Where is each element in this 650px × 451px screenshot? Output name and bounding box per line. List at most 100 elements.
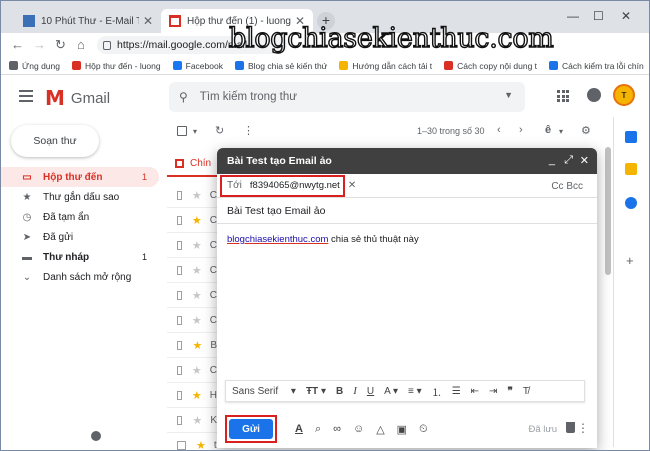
table-row[interactable]: ★ t [167,433,217,451]
maximize-button[interactable]: ☐ [593,9,604,23]
bookmark-item[interactable]: Hộp thư đến - luong [71,61,161,71]
remove-formatting-icon[interactable]: T̸ [523,386,529,397]
table-row[interactable]: ★ C [167,233,217,258]
emoji-icon[interactable]: ☺ [353,423,364,435]
bulleted-list-icon[interactable]: ☰ [452,386,461,397]
font-select[interactable]: Sans Serif ▾ [232,386,296,397]
row-checkbox[interactable] [177,215,182,225]
star-icon[interactable]: ★ [192,264,202,277]
minimize-compose-icon[interactable]: _ [549,154,555,166]
table-row[interactable]: ★ K [167,408,217,433]
close-window-button[interactable]: ✕ [621,9,631,23]
star-icon[interactable]: ★ [192,214,202,227]
confidential-mode-icon[interactable]: ⏲ [419,423,428,436]
forward-icon[interactable]: → [33,37,46,52]
bookmark-item[interactable]: Hướng dẫn cách tải t [339,61,432,71]
row-checkbox[interactable] [177,240,182,250]
more-options-icon[interactable]: ⋮ [577,421,589,435]
message-body[interactable]: blogchiasekienthuc.com chia sẻ thủ thuật… [227,234,419,245]
tasks-icon[interactable] [625,197,637,209]
table-row[interactable]: ★ B [167,333,217,358]
bookmark-item[interactable]: Facebook [172,61,223,71]
sidebar-item[interactable]: ▭ Hộp thư đến 1 [1,167,159,187]
underline-icon[interactable]: U [367,386,374,397]
row-checkbox[interactable] [177,190,182,200]
row-checkbox[interactable] [177,340,183,350]
row-checkbox[interactable] [177,415,183,425]
star-icon[interactable]: ★ [192,314,202,327]
input-tools-button[interactable]: ê [545,124,551,136]
star-icon[interactable]: ★ [192,389,202,402]
sidebar-item[interactable]: ▬ Thư nháp 1 [1,247,159,267]
table-row[interactable]: ★ C [167,358,217,383]
avatar[interactable]: T [613,84,635,106]
back-icon[interactable]: ← [11,37,24,52]
star-icon[interactable]: ★ [192,339,202,352]
apps-grid-icon[interactable] [557,90,569,102]
subject-field[interactable]: Bài Test tạo Email ảo [217,198,597,224]
row-checkbox[interactable] [177,290,182,300]
formatting-options-icon[interactable]: A [295,423,303,435]
prev-page-icon[interactable]: ‹ [497,124,501,136]
quote-icon[interactable]: ❞ [507,386,512,397]
fullscreen-compose-icon[interactable]: ⤢ [564,154,573,167]
sidebar-item[interactable]: ◷ Đã tạm ẩn [1,207,159,227]
row-checkbox[interactable] [177,315,182,325]
tab-10-minute-mail[interactable]: 10 Phút Thư - E-Mail Tạm Thời ✕ [15,9,161,33]
search-icon[interactable]: ⚲ [179,90,188,104]
keep-icon[interactable] [625,163,637,175]
next-page-icon[interactable]: › [519,124,523,136]
close-compose-icon[interactable]: ✕ [580,154,589,167]
table-row[interactable]: ★ C [167,308,217,333]
text-color-icon[interactable]: A ▾ [384,386,398,397]
numbered-list-icon[interactable]: ⒈ [432,384,442,399]
table-row[interactable]: ★ C [167,258,217,283]
mail-list-scrollbar[interactable] [605,147,611,275]
star-icon[interactable]: ★ [196,439,206,451]
search-options-icon[interactable]: ▼ [504,90,513,100]
bookmark-item[interactable]: Cách kiểm tra lỗi chín [549,61,644,71]
attach-icon[interactable]: ⌕ [315,423,321,436]
close-tab-icon[interactable]: ✕ [143,14,153,28]
calendar-icon[interactable] [625,131,637,143]
tab-primary[interactable]: Chín [167,151,217,177]
body-link[interactable]: blogchiasekienthuc.com [227,234,328,245]
star-icon[interactable]: ★ [192,414,202,427]
refresh-icon[interactable]: ↻ [215,124,224,137]
font-size-icon[interactable]: ŦT ▾ [306,386,326,397]
remove-recipient-icon[interactable]: ✕ [348,180,356,191]
search-input[interactable]: ⚲ Tìm kiếm trong thư ▼ [169,82,525,112]
star-icon[interactable]: ★ [192,364,202,377]
link-icon[interactable]: ∞ [333,423,341,435]
cc-bcc-link[interactable]: Cc Bcc [551,181,583,192]
star-icon[interactable]: ★ [192,189,202,202]
hangouts-icon[interactable] [91,431,101,441]
sidebar-item[interactable]: ⌄ Danh sách mở rộng [1,267,159,287]
row-checkbox[interactable] [177,390,182,400]
table-row[interactable]: ★ C [167,183,217,208]
drive-icon[interactable]: △ [376,423,384,436]
bold-icon[interactable]: B [336,386,343,397]
bookmark-item[interactable]: Ứng dụng [9,61,60,71]
sidebar-item[interactable]: ➤ Đã gửi [1,227,159,247]
bookmark-item[interactable]: Cách copy nội dung t [444,61,537,71]
compose-button[interactable]: Soạn thư [11,125,99,157]
align-icon[interactable]: ≡ ▾ [408,386,422,397]
table-row[interactable]: ★ H [167,383,217,408]
add-addon-icon[interactable]: + [626,253,634,268]
star-icon[interactable]: ★ [192,289,202,302]
italic-icon[interactable]: I [353,385,357,397]
minimize-button[interactable]: — [567,9,579,23]
input-tools-dropdown-icon[interactable]: ▾ [559,127,563,136]
table-row[interactable]: ★ C [167,283,217,308]
photo-icon[interactable]: ▣ [397,423,407,436]
star-icon[interactable]: ★ [192,239,202,252]
select-dropdown-icon[interactable]: ▾ [193,127,197,136]
row-checkbox[interactable] [177,440,186,450]
notifications-icon[interactable] [587,88,601,102]
main-menu-icon[interactable] [19,90,33,105]
indent-less-icon[interactable]: ⇤ [471,386,479,397]
select-all-checkbox[interactable] [177,126,187,136]
trash-icon[interactable] [566,422,575,433]
gmail-logo[interactable]: M Gmail [45,86,110,110]
